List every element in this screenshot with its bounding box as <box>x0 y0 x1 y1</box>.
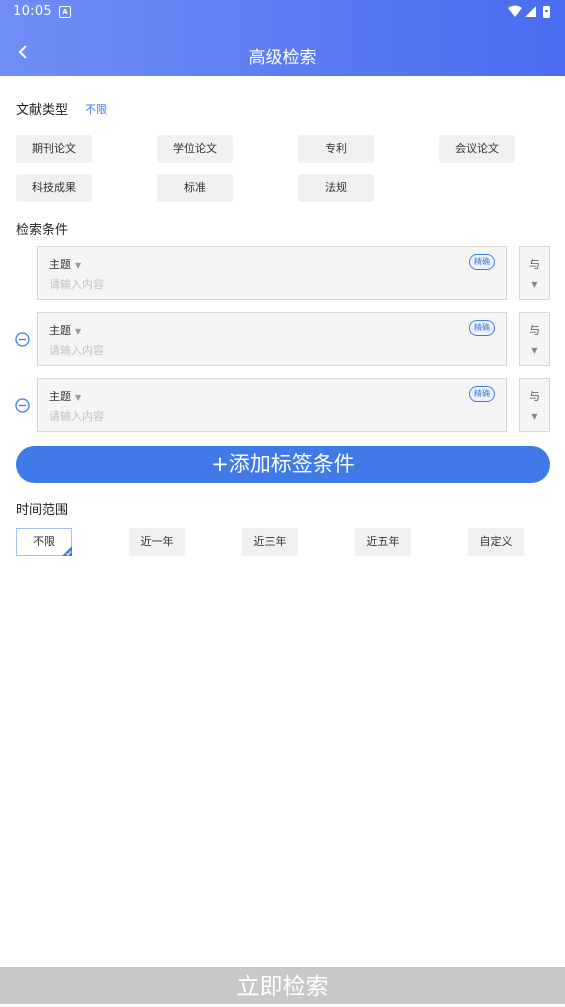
logic-selector[interactable]: 与 ▼ <box>519 378 550 432</box>
caret-down-icon: ▼ <box>531 280 538 289</box>
wifi-icon <box>508 5 522 17</box>
condition-input[interactable] <box>49 278 429 291</box>
time-option-custom[interactable]: 自定义 <box>468 528 524 556</box>
logic-selector[interactable]: 与 ▼ <box>519 246 550 300</box>
remove-circle-icon[interactable] <box>15 332 30 347</box>
check-corner-icon <box>62 546 72 556</box>
chip-regulation[interactable]: 法规 <box>298 174 374 202</box>
time-option-any[interactable]: 不限 <box>16 528 72 556</box>
doc-type-label: 文献类型 <box>16 103 69 118</box>
search-now-button[interactable]: 立即检索 <box>0 967 565 1004</box>
status-icons <box>507 4 555 23</box>
notification-icon: A <box>59 6 71 18</box>
time-option-5y[interactable]: 近五年 <box>355 528 411 556</box>
status-time: 10:05 <box>13 4 52 19</box>
chip-standard[interactable]: 标准 <box>157 174 233 202</box>
time-option-1y[interactable]: 近一年 <box>129 528 185 556</box>
page-title: 高级检索 <box>248 48 317 68</box>
caret-down-icon: ▼ <box>531 346 538 355</box>
logic-selector[interactable]: 与 ▼ <box>519 312 550 366</box>
conditions-label: 检索条件 <box>16 223 69 238</box>
caret-down-icon: ▼ <box>75 393 82 402</box>
time-option-3y[interactable]: 近三年 <box>242 528 298 556</box>
field-selector[interactable]: 主题 ▼ <box>49 256 81 272</box>
time-range-label: 时间范围 <box>16 503 69 518</box>
condition-row: 主题 ▼ 精确 <box>37 312 507 366</box>
field-selector[interactable]: 主题 ▼ <box>49 322 81 338</box>
chip-thesis[interactable]: 学位论文 <box>157 135 233 163</box>
chip-achievement[interactable]: 科技成果 <box>16 174 92 202</box>
caret-down-icon: ▼ <box>75 261 82 270</box>
condition-input[interactable] <box>49 410 429 423</box>
chip-patent[interactable]: 专利 <box>298 135 374 163</box>
condition-row: 主题 ▼ 精确 <box>37 246 507 300</box>
signal-icon <box>525 6 536 17</box>
chip-conference[interactable]: 会议论文 <box>439 135 515 163</box>
header-bar: 10:05 A 高级检索 <box>0 0 565 76</box>
condition-row: 主题 ▼ 精确 <box>37 378 507 432</box>
remove-circle-icon[interactable] <box>15 398 30 413</box>
field-selector[interactable]: 主题 ▼ <box>49 388 81 404</box>
exact-match-tag[interactable]: 精确 <box>469 254 495 270</box>
exact-match-tag[interactable]: 精确 <box>469 386 495 402</box>
chip-journal[interactable]: 期刊论文 <box>16 135 92 163</box>
add-condition-button[interactable]: +添加标签条件 <box>16 446 550 483</box>
exact-match-tag[interactable]: 精确 <box>469 320 495 336</box>
condition-input[interactable] <box>49 344 429 357</box>
doc-type-value[interactable]: 不限 <box>85 101 107 117</box>
caret-down-icon: ▼ <box>75 327 82 336</box>
caret-down-icon: ▼ <box>531 412 538 421</box>
